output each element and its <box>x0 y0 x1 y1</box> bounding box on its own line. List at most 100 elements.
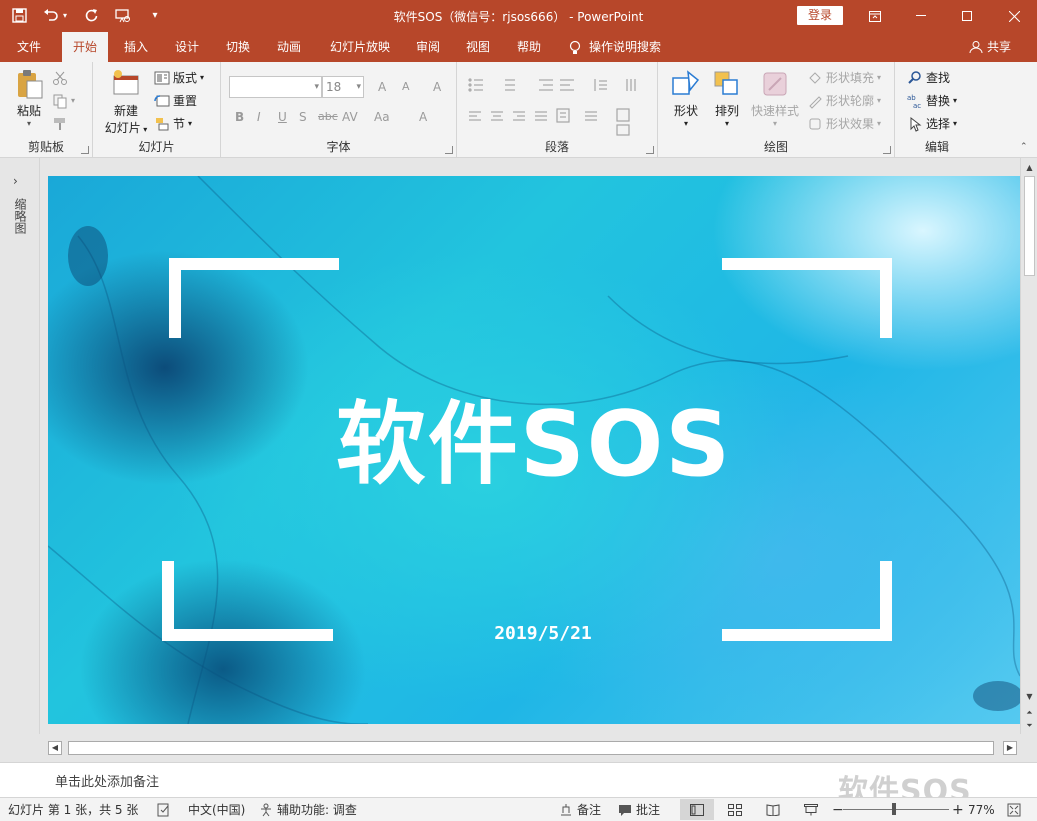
tab-home[interactable]: 开始 <box>62 32 108 62</box>
replace-label: 替换 <box>926 94 951 108</box>
new-slide-icon <box>110 68 142 100</box>
char-spacing-button[interactable]: AV <box>342 107 358 127</box>
frame-top-left-h <box>169 258 339 270</box>
login-button[interactable]: 登录 <box>797 6 843 25</box>
paste-button[interactable]: 粘贴 ▾ <box>10 68 48 128</box>
section-label: 节 <box>173 117 186 131</box>
paragraph-tools-icon[interactable] <box>467 77 647 137</box>
arrange-button[interactable]: 排列 ▾ <box>709 68 745 128</box>
expand-thumbnails-icon[interactable]: › <box>13 174 18 188</box>
tab-slideshow[interactable]: 幻灯片放映 <box>320 32 400 62</box>
ribbon-display-icon[interactable] <box>852 0 898 32</box>
cursor-icon <box>910 116 922 132</box>
vertical-scroll-thumb[interactable] <box>1024 176 1035 276</box>
slide-sorter-icon[interactable] <box>718 799 752 820</box>
scroll-right-icon[interactable]: ▶ <box>1003 741 1017 755</box>
paragraph-launcher-icon[interactable] <box>646 146 654 154</box>
zoom-slider-track[interactable] <box>843 809 949 810</box>
copy-icon[interactable]: ▾ <box>52 91 75 111</box>
slide-title[interactable]: 软件SOS <box>48 371 1020 501</box>
layout-button[interactable]: 版式 ▾ <box>154 68 204 88</box>
tab-design[interactable]: 设计 <box>165 32 209 62</box>
quick-styles-button[interactable]: 快速样式 ▾ <box>747 68 803 128</box>
tab-file[interactable]: 文件 <box>4 32 54 62</box>
paint-bucket-icon <box>809 72 821 84</box>
change-case-button[interactable]: Aa <box>374 107 390 127</box>
tab-review[interactable]: 审阅 <box>406 32 450 62</box>
reset-button[interactable]: 重置 <box>154 91 197 111</box>
comments-toggle-button[interactable]: 批注 <box>618 802 660 818</box>
slide-canvas[interactable]: 软件SOS 2019/5/21 <box>48 176 1020 724</box>
paragraph-group-label: 段落 <box>544 140 569 154</box>
notes-pane[interactable]: 单击此处添加备注 软件SOS <box>0 762 1037 809</box>
clear-format-icon[interactable]: A <box>433 77 441 97</box>
reading-view-icon[interactable] <box>756 799 790 820</box>
tab-transitions[interactable]: 切换 <box>216 32 260 62</box>
new-slide-button[interactable]: 新建 幻灯片 ▾ <box>101 68 151 136</box>
spell-check-icon[interactable] <box>157 802 171 818</box>
replace-button[interactable]: ab ac 替换 ▾ <box>907 91 957 111</box>
shrink-font-icon[interactable]: A <box>402 77 410 97</box>
normal-view-icon[interactable] <box>680 799 714 820</box>
maximize-icon[interactable] <box>944 0 990 32</box>
collapse-ribbon-icon[interactable]: ⌃ <box>1020 142 1028 152</box>
font-name-box[interactable]: ▾ <box>229 76 322 98</box>
select-button[interactable]: 选择 ▾ <box>907 114 957 134</box>
strikethrough-button[interactable]: abc <box>318 107 338 127</box>
section-button[interactable]: 节 ▾ <box>154 114 192 134</box>
font-launcher-icon[interactable] <box>445 146 453 154</box>
close-icon[interactable] <box>991 0 1037 32</box>
scroll-left-icon[interactable]: ◀ <box>48 741 62 755</box>
notes-toggle-button[interactable]: 备注 <box>559 802 601 818</box>
notes-toggle-label: 备注 <box>577 803 602 817</box>
clipboard-launcher-icon[interactable] <box>81 146 89 154</box>
horizontal-scrollbar[interactable]: ◀ ▶ <box>41 734 1020 762</box>
search-icon <box>908 71 921 84</box>
shape-fill-button[interactable]: 形状填充 ▾ <box>807 68 881 88</box>
slide-counter[interactable]: 幻灯片 第 1 张，共 5 张 <box>8 802 138 818</box>
italic-button[interactable]: I <box>257 107 261 127</box>
paste-label: 粘贴 <box>16 104 41 118</box>
zoom-out-button[interactable]: − <box>832 802 844 818</box>
accessibility-button[interactable]: 辅助功能: 调查 <box>259 802 357 818</box>
language-indicator[interactable]: 中文(中国) <box>188 802 245 818</box>
font-size-value: 18 <box>326 80 342 94</box>
tab-insert[interactable]: 插入 <box>114 32 158 62</box>
notes-placeholder[interactable]: 单击此处添加备注 <box>55 771 159 790</box>
slideshow-view-icon[interactable] <box>794 799 828 820</box>
tab-view[interactable]: 视图 <box>456 32 500 62</box>
format-painter-icon[interactable] <box>52 114 68 134</box>
vertical-scrollbar[interactable]: ▲ ▼ ⏶ ⏷ <box>1020 158 1037 734</box>
zoom-level[interactable]: 77% <box>968 802 995 818</box>
font-color-button[interactable]: A <box>419 107 427 127</box>
scroll-down-icon[interactable]: ▼ <box>1022 689 1037 704</box>
zoom-in-button[interactable]: + <box>952 802 964 818</box>
zoom-slider-thumb[interactable] <box>892 803 896 815</box>
text-shadow-button[interactable]: S <box>299 107 307 127</box>
shape-effects-button[interactable]: 形状效果 ▾ <box>807 114 881 134</box>
slide-date[interactable]: 2019/5/21 <box>48 623 1020 644</box>
tab-help[interactable]: 帮助 <box>507 32 551 62</box>
underline-button[interactable]: U <box>278 107 287 127</box>
frame-top-right-v <box>880 258 892 338</box>
thumbnails-label[interactable]: 缩略图 <box>12 198 29 234</box>
next-slide-icon[interactable]: ⏷ <box>1022 718 1037 733</box>
share-button[interactable]: 共享 <box>969 32 1011 62</box>
shape-outline-button[interactable]: 形状轮廓 ▾ <box>807 91 881 111</box>
font-size-box[interactable]: 18 ▾ <box>322 76 364 98</box>
bold-button[interactable]: B <box>235 107 244 127</box>
fit-to-window-icon[interactable] <box>1007 802 1021 818</box>
grow-font-icon[interactable]: A <box>378 77 386 97</box>
minimize-icon[interactable] <box>898 0 944 32</box>
tell-me-search[interactable]: 操作说明搜索 <box>569 32 661 62</box>
find-button[interactable]: 查找 <box>907 68 950 88</box>
horizontal-scroll-thumb[interactable] <box>68 741 994 755</box>
shapes-button[interactable]: 形状 ▾ <box>668 68 704 128</box>
scroll-up-icon[interactable]: ▲ <box>1022 160 1037 175</box>
frame-top-left-v <box>169 258 181 338</box>
comments-toggle-label: 批注 <box>636 803 661 817</box>
drawing-launcher-icon[interactable] <box>883 146 891 154</box>
tab-animations[interactable]: 动画 <box>267 32 311 62</box>
reset-icon <box>154 95 170 107</box>
cut-icon[interactable] <box>52 68 68 88</box>
